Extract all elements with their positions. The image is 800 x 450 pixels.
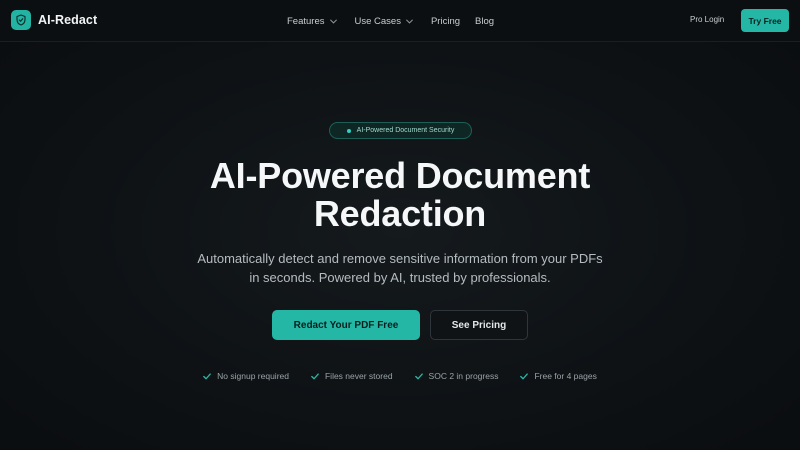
check-icon [311, 372, 319, 380]
nav-features-label: Features [287, 15, 325, 27]
chevron-down-icon [329, 19, 337, 24]
try-free-button[interactable]: Try Free [741, 9, 789, 32]
feature-label: Files never stored [324, 371, 393, 381]
nav-pricing-label: Pricing [430, 15, 461, 27]
feature-label: Free for 4 pages [534, 371, 597, 381]
redact-pdf-button[interactable]: Redact Your PDF Free [272, 310, 420, 340]
hero-badge: AI-Powered Document Security [329, 122, 472, 139]
nav-pricing[interactable]: Pricing [431, 16, 460, 27]
check-icon [203, 372, 211, 380]
hero-subtitle: Automatically detect and remove sensitiv… [180, 249, 620, 287]
nav-use-cases[interactable]: Use Cases [355, 16, 413, 27]
nav-blog[interactable]: Blog [475, 16, 494, 27]
hero-headline-line2: Redaction [313, 193, 487, 234]
chevron-down-icon [406, 19, 413, 24]
status-dot [346, 128, 351, 133]
feature-item: SOC 2 in progress [414, 371, 499, 381]
feature-list: No signup required Files never stored SO… [0, 371, 800, 381]
main-nav: Features Use Cases Pricing Blog [287, 0, 494, 42]
feature-label: No signup required [217, 371, 289, 381]
hero-subtitle-line1: Automatically detect and remove sensitiv… [197, 251, 603, 266]
feature-item: Free for 4 pages [520, 371, 597, 381]
feature-item: Files never stored [311, 371, 393, 381]
feature-item: No signup required [203, 371, 289, 381]
hero-headline: AI-Powered Document Redaction [0, 157, 800, 233]
navbar: AI-Redact Features Use Cases Pricing Blo… [0, 0, 800, 42]
see-pricing-button[interactable]: See Pricing [430, 310, 528, 340]
check-icon [414, 372, 423, 380]
landing-page: AI-Redact Features Use Cases Pricing Blo… [0, 0, 800, 450]
brand-logo[interactable]: AI-Redact [11, 10, 97, 30]
shield-check-icon [11, 10, 31, 30]
pro-login-link[interactable]: Pro Login [690, 15, 724, 24]
hero-badge-label: AI-Powered Document Security [356, 127, 455, 134]
hero-subtitle-line2: in seconds. Powered by AI, trusted by pr… [249, 270, 551, 285]
nav-features[interactable]: Features [287, 16, 337, 27]
feature-label: SOC 2 in progress [428, 371, 499, 381]
nav-blog-label: Blog [475, 15, 495, 27]
brand-name: AI-Redact [38, 13, 98, 27]
hero-headline-line1: AI-Powered Document [209, 155, 591, 196]
nav-use-cases-label: Use Cases [354, 15, 401, 27]
check-icon [520, 372, 529, 380]
